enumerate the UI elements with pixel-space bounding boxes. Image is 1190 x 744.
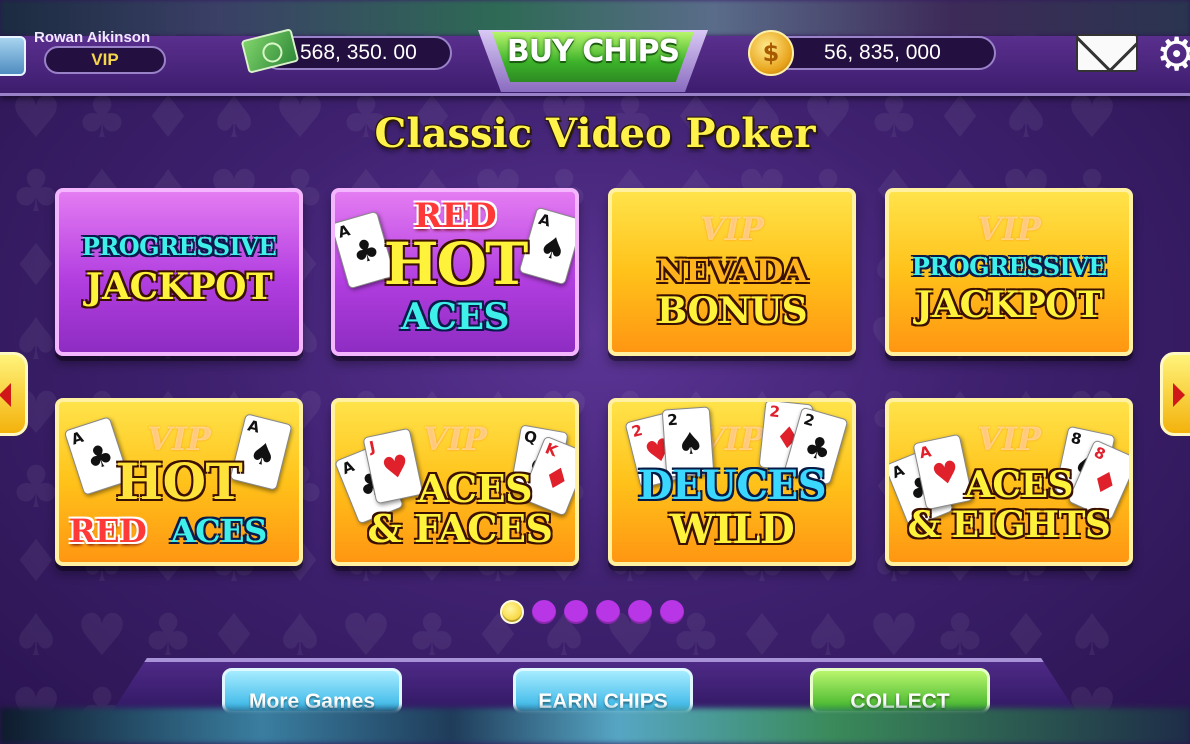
- next-page-arrow-icon[interactable]: [1160, 352, 1190, 436]
- game-line-1: HOT: [115, 452, 243, 511]
- pagination-dots: [500, 600, 684, 630]
- vip-mark: VIP: [977, 210, 1041, 248]
- game-tile-red-hot-aces[interactable]: A ♣ A ♠ RED HOT ACES: [331, 188, 579, 356]
- game-line-1: PROGRESSIVE: [81, 232, 277, 261]
- game-line-pair: RED ACES: [59, 512, 299, 550]
- previous-page-arrow-icon[interactable]: [0, 352, 28, 436]
- card-rank: J: [367, 437, 377, 457]
- game-tile-vip-aces-eights[interactable]: VIP A ♣ A ♥ 8 ♠ 8 ♦ ACES & EIGHTS: [885, 398, 1133, 566]
- game-tile-vip-aces-faces[interactable]: VIP A ♣ J ♥ Q ♠ K ♦ ACES & FACES: [331, 398, 579, 566]
- page-dot-1[interactable]: [500, 600, 524, 624]
- game-line-2: BONUS: [656, 290, 808, 332]
- card-rank: 8: [1069, 428, 1084, 449]
- game-tile-vip-deuces-wild[interactable]: VIP 2 ♥ 2 ♠ 2 ♦ 2 ♣ DEUCES WILD: [608, 398, 856, 566]
- card-rank: 8: [1091, 443, 1109, 464]
- card-rank: 2: [801, 410, 817, 431]
- vip-badge[interactable]: VIP: [44, 46, 166, 74]
- game-line-2: JACKPOT: [915, 284, 1103, 326]
- game-line-2: HOT: [383, 230, 528, 298]
- page-dot-6[interactable]: [660, 600, 684, 624]
- page-dot-3[interactable]: [564, 600, 588, 624]
- avatar[interactable]: [0, 36, 26, 76]
- game-tile-vip-hot-red-aces[interactable]: VIP A ♣ A ♠ HOT RED ACES: [55, 398, 303, 566]
- vip-mark: VIP: [700, 210, 764, 248]
- game-line-2: & EIGHTS: [907, 504, 1111, 546]
- mail-icon[interactable]: [1076, 34, 1138, 72]
- blurred-bottom-edge: [0, 708, 1190, 744]
- cash-amount: 568, 350. 00: [300, 41, 417, 64]
- game-lobby-screen: ♠♥♣♦♠♥♣♦♠♥♣♦♠♥♣♦♠♥♣♦♠♥♣♦♠♥♣♦♠♥♣♦♠♥♣♦♠♥♣♦…: [0, 0, 1190, 744]
- top-bar: Rowan Aikinson VIP 568, 350. 00 BUY CHIP…: [0, 28, 1190, 96]
- buy-chips-button[interactable]: BUY CHIPS: [492, 32, 694, 82]
- card-rank: Q: [522, 427, 539, 448]
- coin-balance: 56, 835, 000: [770, 36, 996, 70]
- page-dot-2[interactable]: [532, 600, 556, 624]
- game-line-2: & FACES: [367, 506, 553, 551]
- gear-icon[interactable]: ⚙: [1156, 31, 1190, 77]
- game-tile-vip-progressive-jackpot[interactable]: VIP PROGRESSIVE JACKPOT: [885, 188, 1133, 356]
- game-line-1: NEVADA: [656, 252, 808, 290]
- game-tile-progressive-jackpot[interactable]: PROGRESSIVE JACKPOT: [55, 188, 303, 356]
- game-line-3: ACES: [170, 512, 267, 550]
- game-tile-vip-nevada-bonus[interactable]: VIP NEVADA BONUS: [608, 188, 856, 356]
- card-rank: 2: [768, 402, 781, 422]
- game-line-1: ACES: [417, 466, 533, 511]
- spade-icon: ♠: [675, 425, 706, 463]
- player-name: Rowan Aikinson: [34, 29, 151, 46]
- page-title: Classic Video Poker: [374, 110, 816, 157]
- coin-amount: 56, 835, 000: [824, 41, 941, 64]
- page-dot-4[interactable]: [596, 600, 620, 624]
- game-line-2: JACKPOT: [85, 266, 273, 308]
- game-line-2: WILD: [669, 506, 795, 553]
- game-line-1: PROGRESSIVE: [911, 252, 1107, 281]
- page-dot-5[interactable]: [628, 600, 652, 624]
- game-line-3: ACES: [400, 296, 510, 338]
- card-rank: K: [542, 439, 561, 461]
- card-rank: A: [245, 416, 262, 437]
- game-line-1: DEUCES: [637, 462, 827, 509]
- game-line-2: RED: [69, 512, 147, 550]
- card-rank: 2: [666, 410, 679, 430]
- coin-icon: $: [748, 30, 794, 76]
- game-line-1: ACES: [964, 464, 1074, 506]
